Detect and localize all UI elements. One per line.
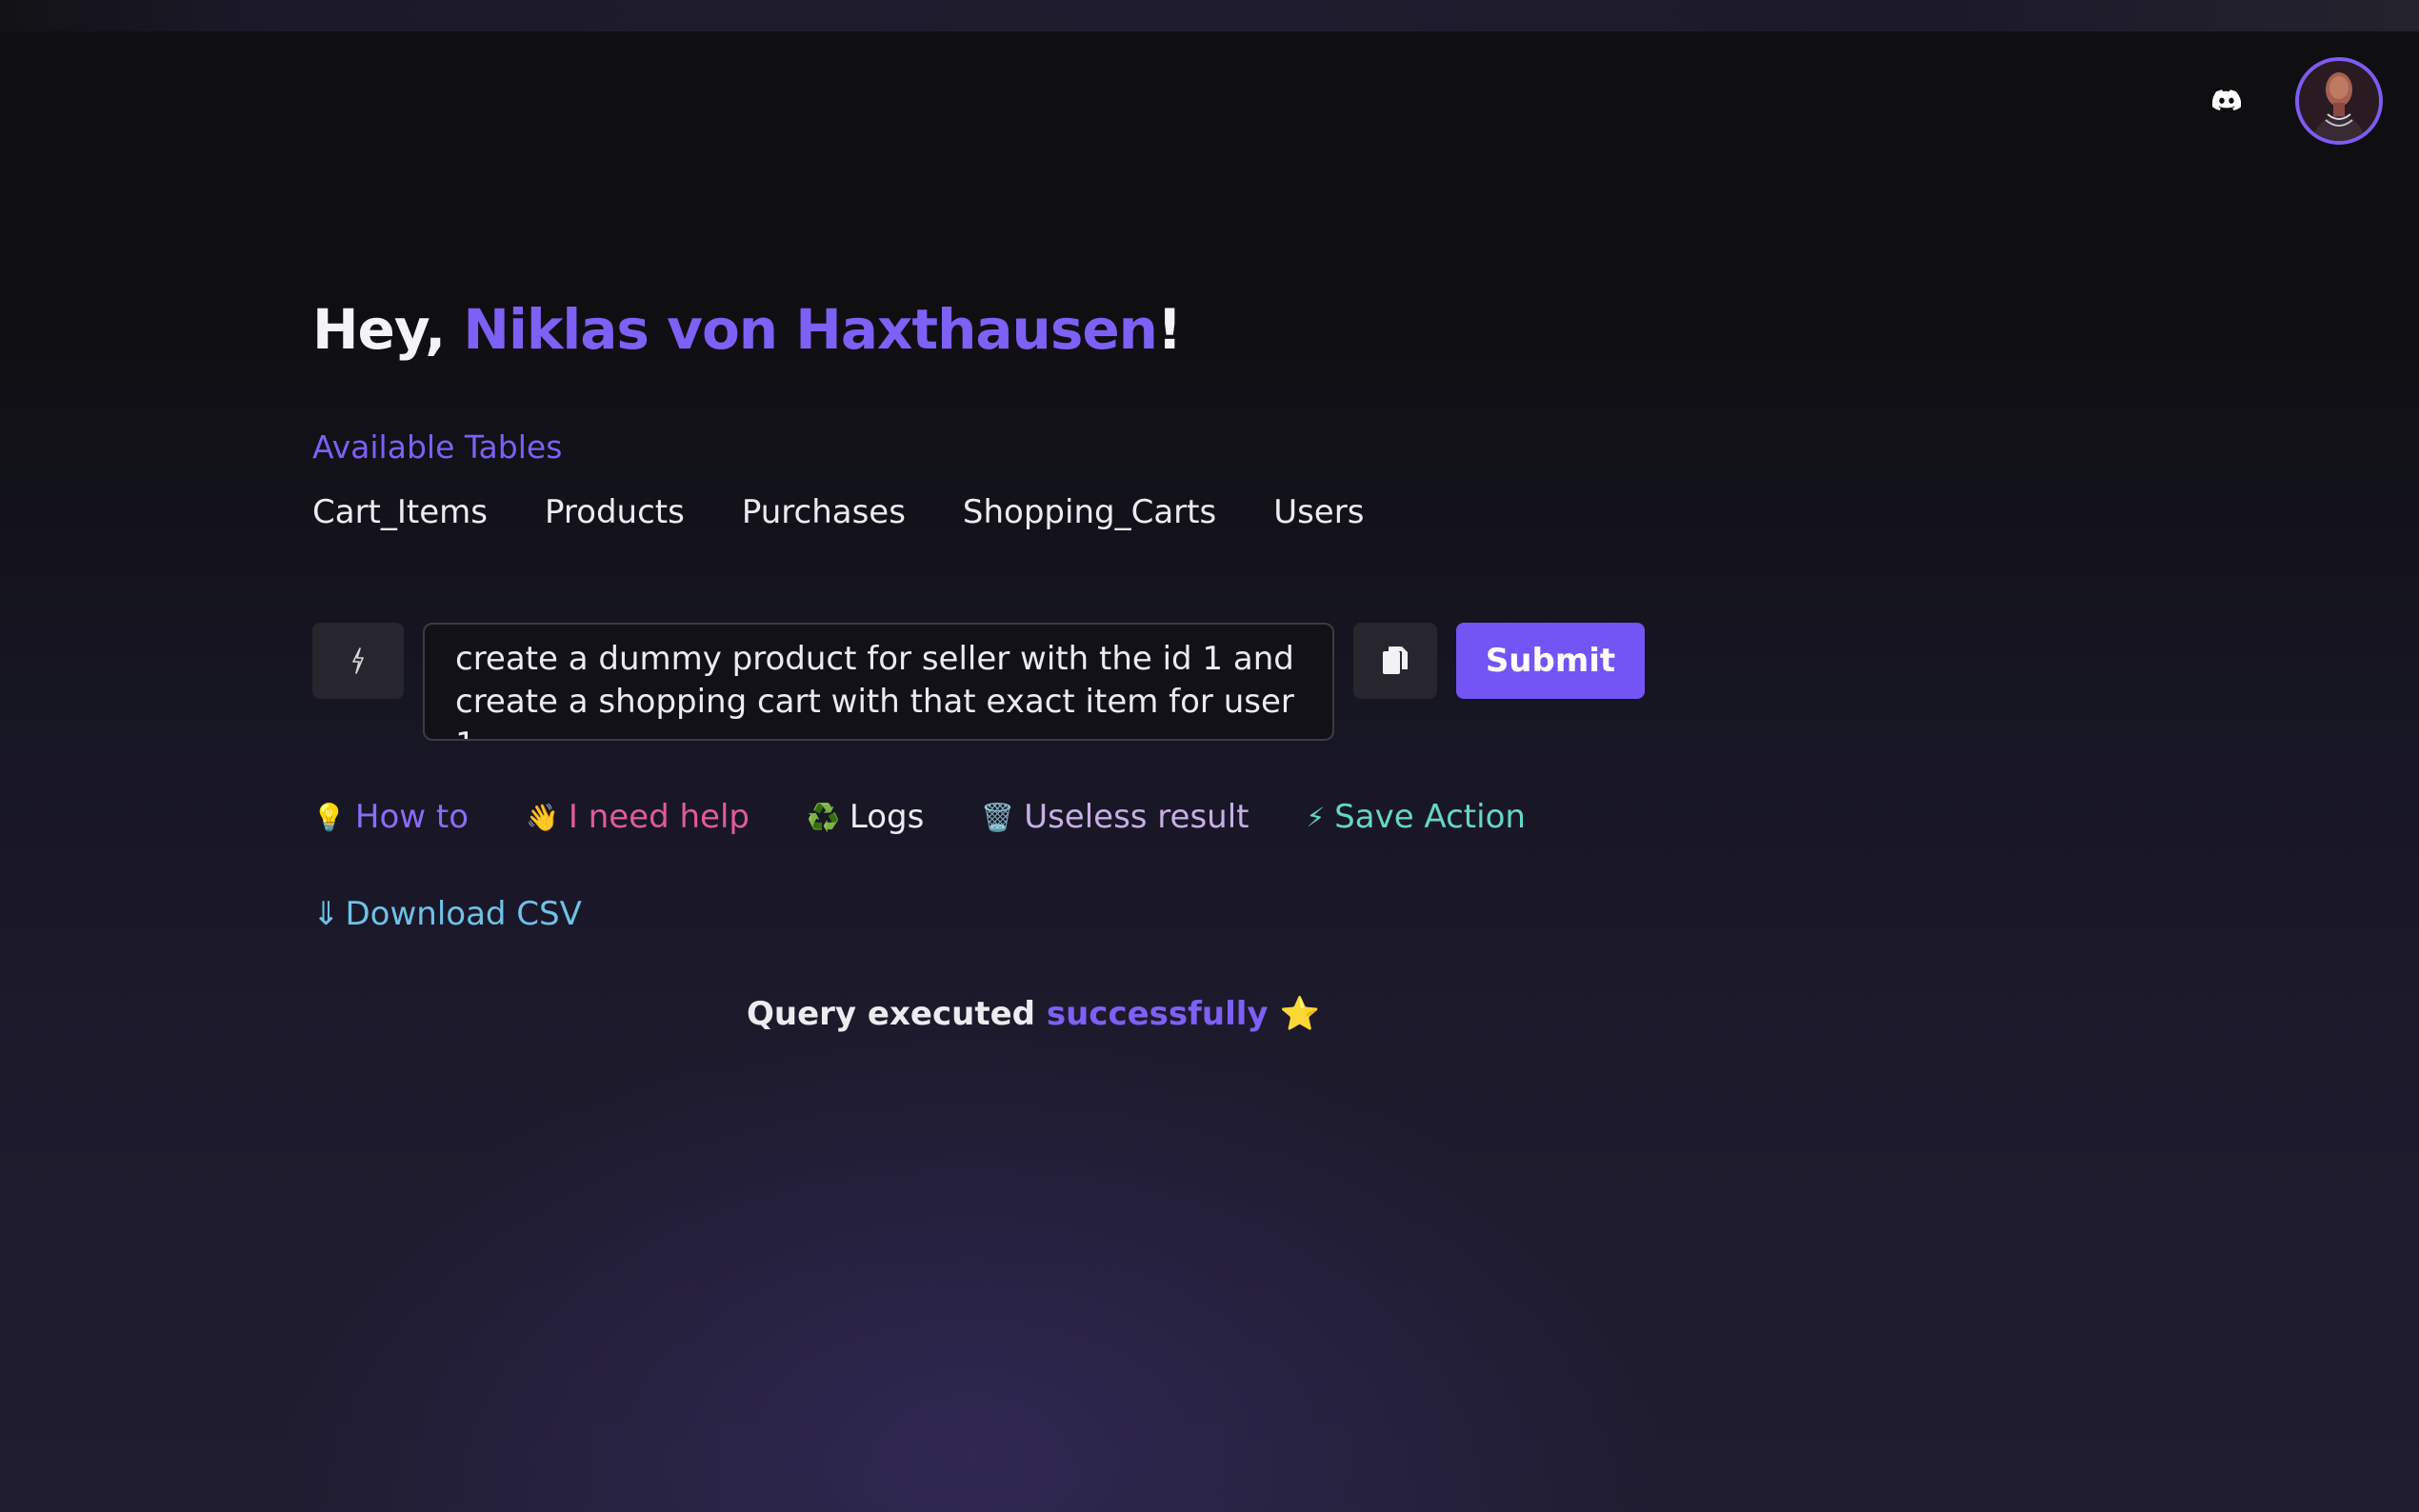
how-to-link[interactable]: 💡 How to bbox=[312, 798, 469, 836]
status-highlight: successfully bbox=[1046, 995, 1269, 1033]
status-prefix: Query executed bbox=[747, 995, 1047, 1033]
logs-link[interactable]: ♻️ Logs bbox=[807, 798, 924, 836]
table-item-purchases[interactable]: Purchases bbox=[742, 493, 906, 531]
greeting-prefix: Hey, bbox=[312, 297, 464, 362]
how-to-label: How to bbox=[354, 798, 469, 836]
useless-result-label: Useless result bbox=[1024, 798, 1249, 836]
header-actions bbox=[2208, 57, 2383, 145]
copy-button[interactable] bbox=[1353, 623, 1437, 699]
user-avatar[interactable] bbox=[2295, 57, 2383, 145]
save-action-label: Save Action bbox=[1334, 798, 1526, 836]
table-item-users[interactable]: Users bbox=[1273, 493, 1364, 531]
save-action-link[interactable]: ⚡ Save Action bbox=[1307, 798, 1526, 836]
table-item-shopping-carts[interactable]: Shopping_Carts bbox=[963, 493, 1216, 531]
copy-icon bbox=[1383, 647, 1408, 674]
download-csv-label: Download CSV bbox=[345, 895, 582, 933]
useless-result-link[interactable]: 🗑️ Useless result bbox=[981, 798, 1249, 836]
table-item-products[interactable]: Products bbox=[545, 493, 685, 531]
help-link[interactable]: 👋 I need help bbox=[526, 798, 750, 836]
discord-icon[interactable] bbox=[2208, 82, 2246, 120]
lightning-icon bbox=[352, 647, 364, 674]
logs-label: Logs bbox=[849, 798, 925, 836]
waving-hand-icon: 👋 bbox=[526, 801, 559, 833]
greeting-suffix: ! bbox=[1156, 297, 1182, 362]
action-links: 💡 How to 👋 I need help ♻️ Logs 🗑️ Useles… bbox=[312, 798, 1526, 836]
page-title: Hey, Niklas von Haxthausen! bbox=[312, 297, 1182, 362]
available-tables-title: Available Tables bbox=[312, 428, 563, 466]
tables-list: Cart_Items Products Purchases Shopping_C… bbox=[312, 493, 1364, 531]
submit-button[interactable]: Submit bbox=[1456, 623, 1645, 699]
trash-icon: 🗑️ bbox=[981, 801, 1015, 833]
prompt-row: create a dummy product for seller with t… bbox=[312, 623, 1645, 741]
page-background bbox=[0, 0, 2419, 1512]
download-csv-link[interactable]: ⇓ Download CSV bbox=[312, 895, 582, 933]
greeting-user-name: Niklas von Haxthausen bbox=[463, 297, 1158, 362]
table-item-cart-items[interactable]: Cart_Items bbox=[312, 493, 488, 531]
lightning-icon: ⚡ bbox=[1306, 801, 1326, 833]
mode-toggle-button[interactable] bbox=[312, 623, 404, 699]
status-message: Query executed successfully ⭐ bbox=[747, 995, 1320, 1033]
recycle-icon: ♻️ bbox=[806, 801, 840, 833]
help-label: I need help bbox=[568, 798, 750, 836]
prompt-input[interactable]: create a dummy product for seller with t… bbox=[423, 623, 1334, 741]
star-icon: ⭐ bbox=[1279, 995, 1320, 1033]
download-arrow-icon: ⇓ bbox=[312, 895, 340, 933]
top-strip bbox=[0, 0, 2419, 31]
light-bulb-icon: 💡 bbox=[312, 801, 346, 833]
